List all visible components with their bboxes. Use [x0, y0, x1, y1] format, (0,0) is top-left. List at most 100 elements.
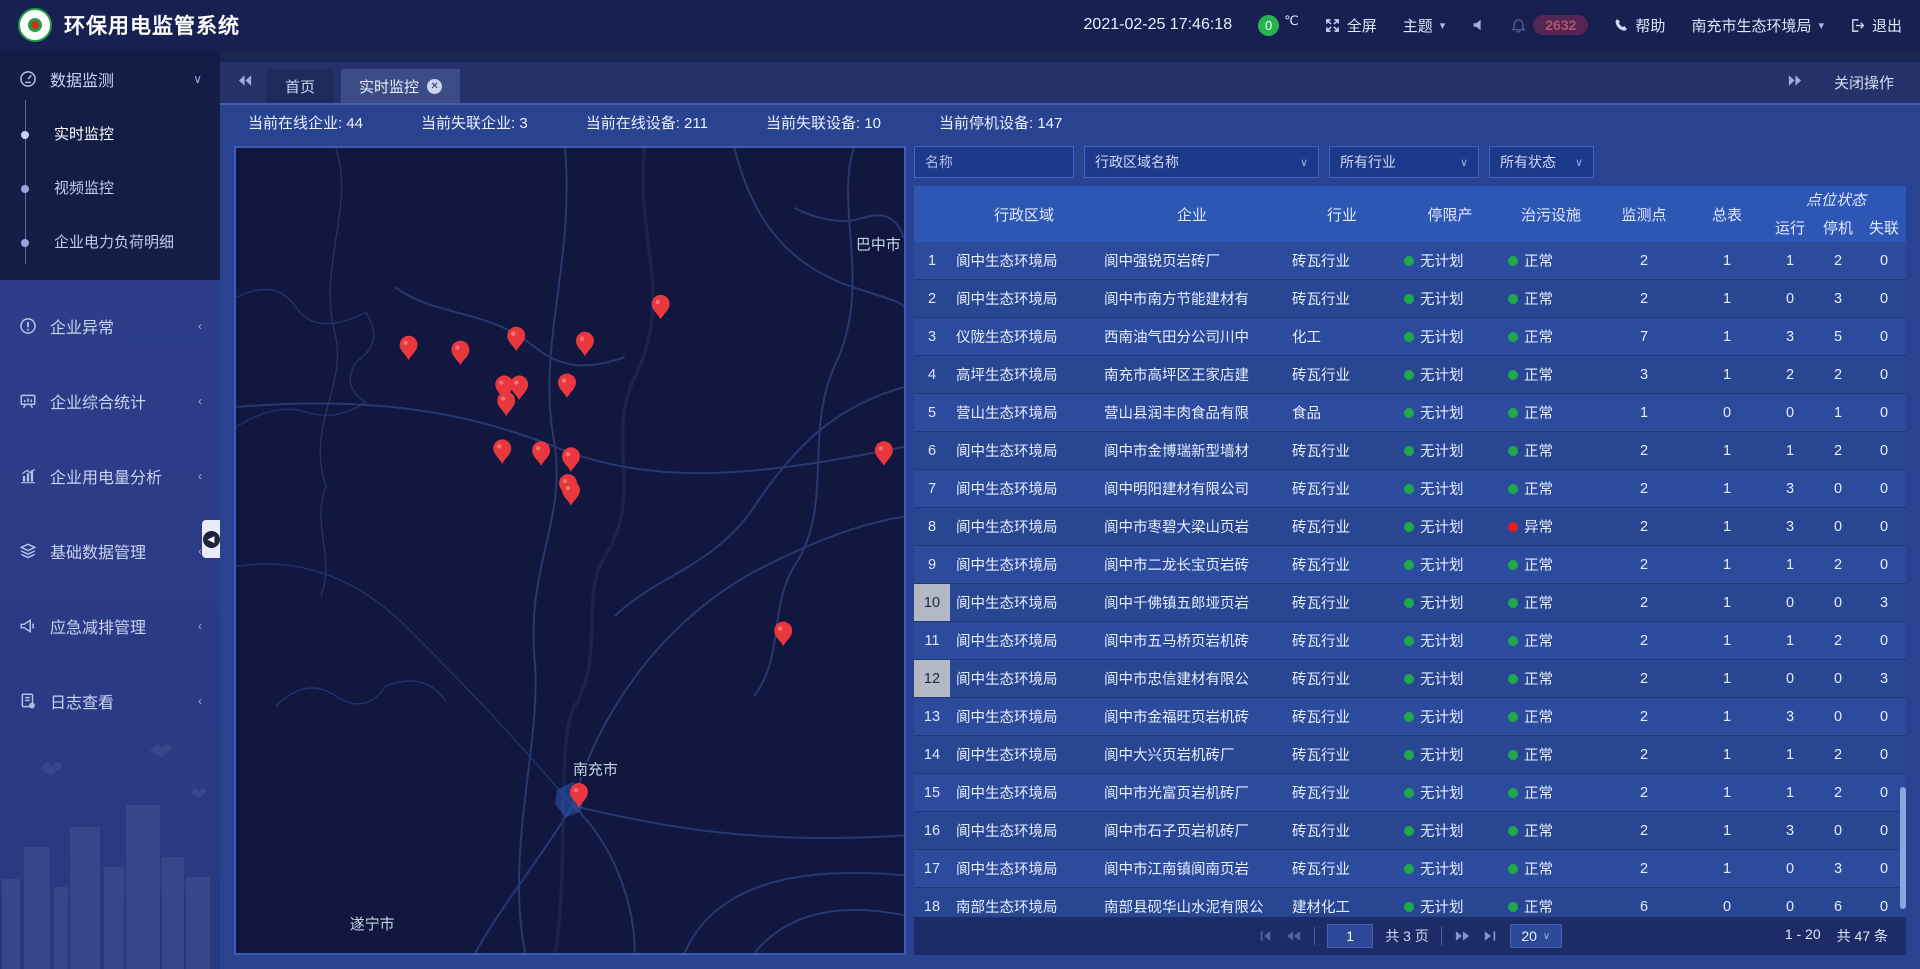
- sidebar-item-基础数据管理[interactable]: 基础数据管理‹: [0, 522, 220, 580]
- table-row[interactable]: 9阆中生态环境局阆中市二龙长宝页岩砖砖瓦行业无计划正常21120: [914, 546, 1906, 584]
- status-text: 无计划: [1420, 288, 1464, 309]
- chevron-down-icon: ▾: [1818, 19, 1824, 32]
- map-panel[interactable]: 巴中市南充市遂宁市: [234, 146, 906, 955]
- chevron-left-icon: ◀: [203, 531, 220, 548]
- map-pin[interactable]: [451, 341, 469, 366]
- theme-menu[interactable]: 主题 ▾: [1403, 15, 1446, 36]
- next-page-button[interactable]: [1454, 929, 1471, 943]
- table-row[interactable]: 11阆中生态环境局阆中市五马桥页岩机砖砖瓦行业无计划正常21120: [914, 622, 1906, 660]
- sidebar-item-数据监测[interactable]: 数据监测∨: [0, 50, 220, 108]
- table-row[interactable]: 5营山生态环境局营山县润丰肉食品有限食品无计划正常10010: [914, 394, 1906, 432]
- table-row[interactable]: 15阆中生态环境局阆中市光富页岩机砖厂砖瓦行业无计划正常21120: [914, 774, 1906, 812]
- range-label: 1 - 20: [1785, 926, 1821, 946]
- region-cell: 阆中生态环境局: [950, 508, 1098, 545]
- last-page-button[interactable]: [1483, 929, 1498, 943]
- tabs-scroll-left-icon[interactable]: [238, 74, 253, 92]
- table-row[interactable]: 14阆中生态环境局阆中大兴页岩机砖厂砖瓦行业无计划正常21120: [914, 736, 1906, 774]
- table-row[interactable]: 10阆中生态环境局阆中千佛镇五郎垭页岩砖瓦行业无计划正常21003: [914, 584, 1906, 622]
- sidebar-collapse-button[interactable]: ◀: [202, 520, 220, 558]
- chevron-left-icon: ‹: [198, 469, 202, 483]
- tab-label: 实时监控: [359, 76, 419, 97]
- temperature-unit: ℃: [1284, 13, 1299, 29]
- row-index-cell: 17: [914, 850, 950, 887]
- sidebar-subitem-视频监控[interactable]: 视频监控: [0, 162, 220, 216]
- sound-toggle-button[interactable]: [1471, 18, 1485, 32]
- status-text: 无计划: [1420, 896, 1464, 917]
- tab-首页[interactable]: 首页: [267, 69, 333, 103]
- table-row[interactable]: 17阆中生态环境局阆中市江南镇阆南页岩砖瓦行业无计划正常21030: [914, 850, 1906, 888]
- previous-page-button[interactable]: [1285, 929, 1302, 943]
- stopped-count-cell: 2: [1814, 622, 1862, 659]
- stopped-count-cell: 0: [1814, 470, 1862, 507]
- map-pin[interactable]: [875, 441, 893, 466]
- row-index-cell: 11: [914, 622, 950, 659]
- fullscreen-button[interactable]: 全屏: [1325, 15, 1377, 36]
- status-dot-green: [1404, 408, 1414, 418]
- sidebar-subitem-实时监控[interactable]: 实时监控: [0, 108, 220, 162]
- lost-count-cell: 0: [1862, 432, 1906, 469]
- region-cell: 阆中生态环境局: [950, 774, 1098, 811]
- table-row[interactable]: 1阆中生态环境局阆中强锐页岩砖厂砖瓦行业无计划正常21120: [914, 242, 1906, 280]
- first-page-button[interactable]: [1258, 929, 1273, 943]
- sidebar-item-企业用电量分析[interactable]: 企业用电量分析‹: [0, 447, 220, 505]
- monitor-points-cell: 2: [1600, 432, 1688, 469]
- map-pin[interactable]: [562, 481, 580, 506]
- status-dot-green: [1508, 370, 1518, 380]
- sidebar-item-日志查看[interactable]: 日志查看‹: [0, 672, 220, 730]
- status-filter-select[interactable]: 所有状态 ∨: [1489, 146, 1594, 178]
- total-meter-cell: 1: [1688, 280, 1766, 317]
- notifications[interactable]: 2632: [1511, 15, 1588, 35]
- table-row[interactable]: 12阆中生态环境局阆中市忠信建材有限公砖瓦行业无计划正常21003: [914, 660, 1906, 698]
- map-pin[interactable]: [497, 391, 515, 416]
- sidebar-item-应急减排管理[interactable]: 应急减排管理‹: [0, 597, 220, 655]
- running-count-cell: 3: [1766, 698, 1814, 735]
- monitor-points-cell: 2: [1600, 508, 1688, 545]
- table-row[interactable]: 7阆中生态环境局阆中明阳建材有限公司砖瓦行业无计划正常21300: [914, 470, 1906, 508]
- notification-count-badge: 2632: [1533, 15, 1588, 35]
- stop-limit-status-cell: 无计划: [1398, 394, 1502, 431]
- table-row[interactable]: 6阆中生态环境局阆中市金博瑞新型墙材砖瓦行业无计划正常21120: [914, 432, 1906, 470]
- help-button[interactable]: 帮助: [1614, 15, 1665, 36]
- status-dot-green: [1508, 712, 1518, 722]
- map-pin[interactable]: [562, 447, 580, 472]
- industry-filter-select[interactable]: 所有行业 ∨: [1329, 146, 1479, 178]
- sidebar-subitem-企业电力负荷明细[interactable]: 企业电力负荷明细: [0, 216, 220, 270]
- map-pin[interactable]: [558, 374, 576, 399]
- close-icon[interactable]: ✕: [427, 79, 442, 94]
- lost-count-cell: 0: [1862, 356, 1906, 393]
- region-cell: 阆中生态环境局: [950, 660, 1098, 697]
- tab-实时监控[interactable]: 实时监控 ✕: [341, 69, 460, 103]
- table-row[interactable]: 13阆中生态环境局阆中市金福旺页岩机砖砖瓦行业无计划正常21300: [914, 698, 1906, 736]
- sidebar-item-企业异常[interactable]: 企业异常‹: [0, 297, 220, 355]
- table-row[interactable]: 3仪陇生态环境局西南油气田分公司川中化工无计划正常71350: [914, 318, 1906, 356]
- map-pin[interactable]: [400, 336, 418, 361]
- page-number-input[interactable]: 1: [1327, 924, 1373, 948]
- table-row[interactable]: 18南部生态环境局南部县砚华山水泥有限公建材化工无计划正常60060: [914, 888, 1906, 917]
- map-pin[interactable]: [774, 622, 792, 647]
- close-operations-button[interactable]: 关闭操作: [1834, 72, 1894, 93]
- region-cell: 阆中生态环境局: [950, 812, 1098, 849]
- map-pin[interactable]: [507, 327, 525, 352]
- name-filter-input[interactable]: [914, 146, 1074, 178]
- vertical-scrollbar[interactable]: [1900, 787, 1906, 909]
- map-pin[interactable]: [532, 441, 550, 466]
- org-menu[interactable]: 南充市生态环境局 ▾: [1691, 15, 1824, 36]
- logout-button[interactable]: 退出: [1850, 15, 1902, 36]
- total-meter-cell: 1: [1688, 546, 1766, 583]
- page-size-select[interactable]: 20 ∨: [1510, 924, 1562, 948]
- sidebar-item-label: 企业异常: [50, 314, 114, 338]
- map-pin[interactable]: [652, 295, 670, 320]
- map-city-label: 遂宁市: [350, 916, 395, 933]
- region-filter-select[interactable]: 行政区域名称 ∨: [1084, 146, 1319, 178]
- table-row[interactable]: 2阆中生态环境局阆中市南方节能建材有砖瓦行业无计划正常21030: [914, 280, 1906, 318]
- map-pin[interactable]: [493, 439, 511, 464]
- tabs-scroll-right-icon[interactable]: [1787, 74, 1802, 91]
- table-row[interactable]: 8阆中生态环境局阆中市枣碧大梁山页岩砖瓦行业无计划异常21300: [914, 508, 1906, 546]
- total-meter-cell: 1: [1688, 242, 1766, 279]
- enterprise-cell: 阆中市石子页岩机砖厂: [1098, 812, 1286, 849]
- table-row[interactable]: 16阆中生态环境局阆中市石子页岩机砖厂砖瓦行业无计划正常21300: [914, 812, 1906, 850]
- map-pin[interactable]: [576, 332, 594, 357]
- table-row[interactable]: 4高坪生态环境局南充市高坪区王家店建砖瓦行业无计划正常31220: [914, 356, 1906, 394]
- enterprise-cell: 阆中市光富页岩机砖厂: [1098, 774, 1286, 811]
- sidebar-item-企业综合统计[interactable]: 企业综合统计‹: [0, 372, 220, 430]
